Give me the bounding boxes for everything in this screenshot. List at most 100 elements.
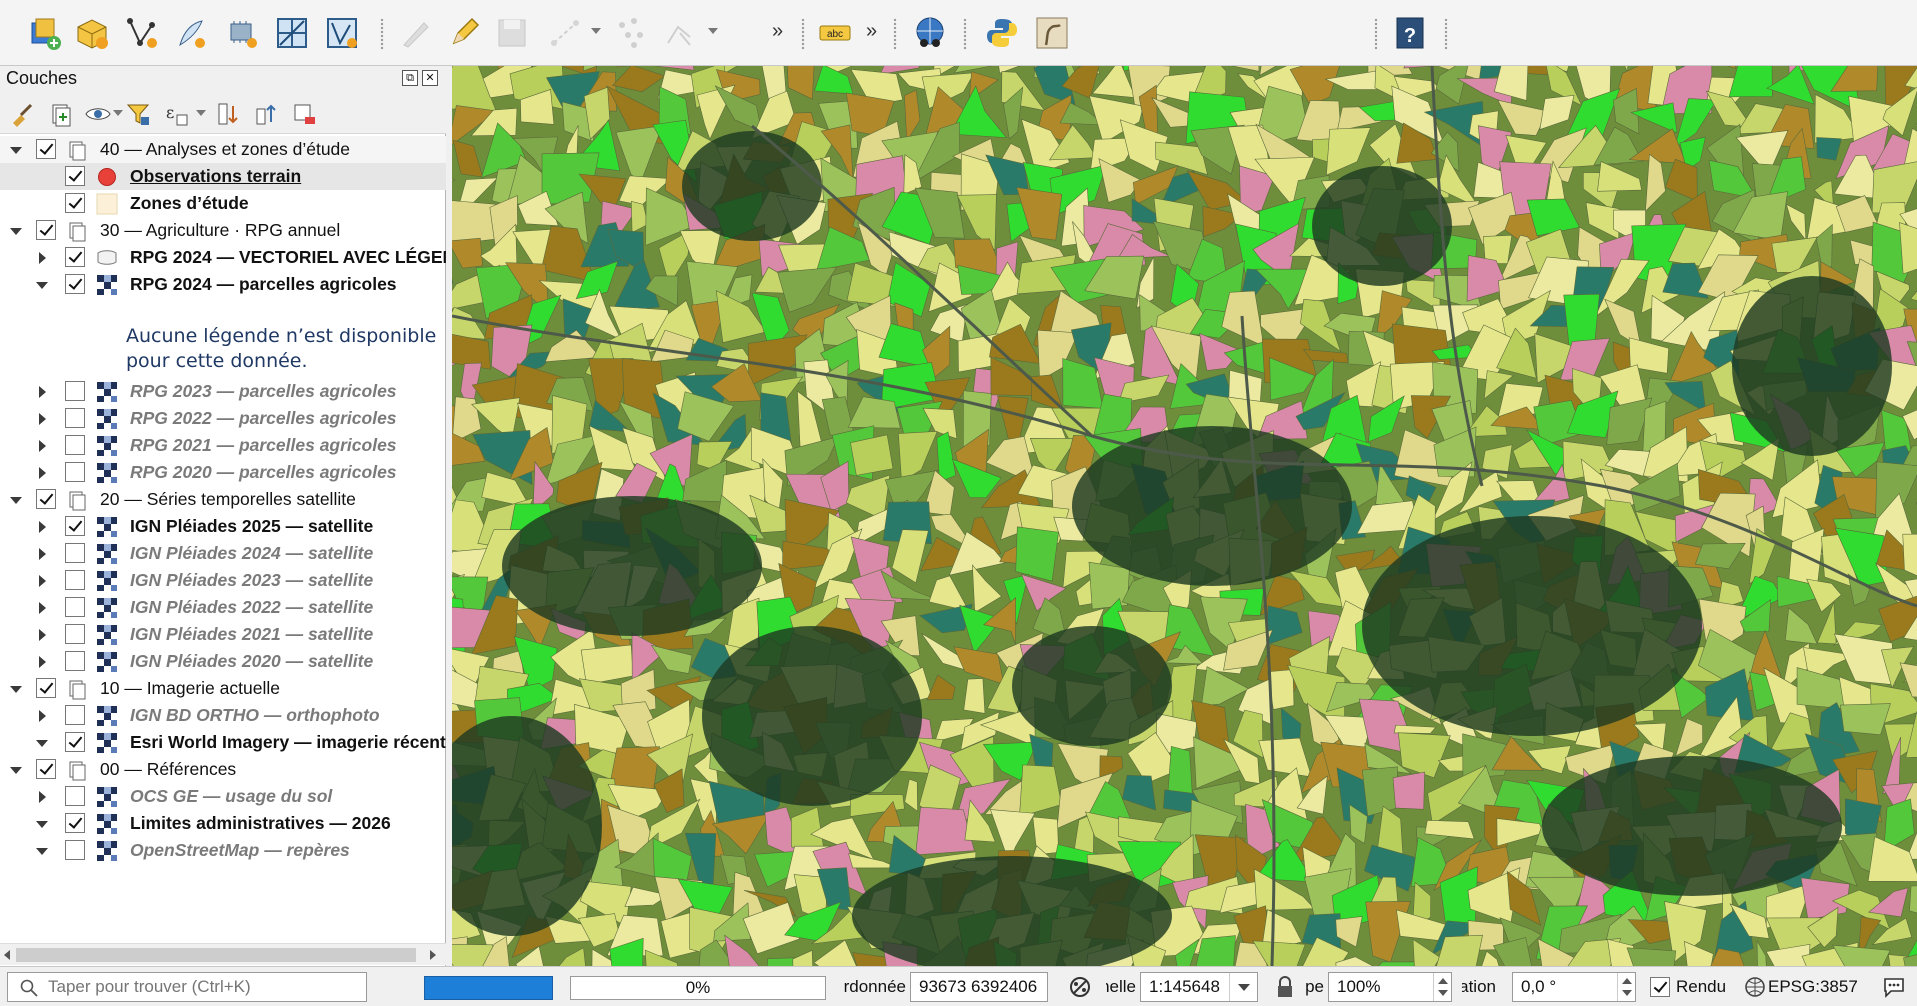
layer-row[interactable]: Esri World Imagery — imagerie récente — [0, 729, 446, 756]
layer-tree-hscrollbar[interactable] — [0, 943, 446, 965]
coordinate-field[interactable]: 93673 6392406 — [910, 972, 1048, 1002]
layer-row[interactable]: RPG 2024 — parcelles agricoles — [0, 271, 446, 298]
messages-icon[interactable] — [1882, 975, 1906, 1004]
new-shapefile-icon[interactable] — [122, 13, 162, 53]
search-input[interactable] — [48, 973, 364, 1001]
layer-row[interactable]: RPG 2024 — VECTORIEL AVEC LÉGENDE — [0, 244, 446, 271]
expand-arrow-icon[interactable] — [39, 548, 46, 560]
layer-visibility-checkbox[interactable] — [65, 732, 85, 752]
magnifier-value[interactable]: 100% — [1337, 977, 1380, 996]
task-progress-indicator[interactable] — [424, 976, 553, 1000]
rotation-spinbox[interactable]: 0,0 ° — [1512, 972, 1636, 1002]
layer-visibility-checkbox[interactable] — [36, 678, 56, 698]
collapse-arrow-icon[interactable] — [10, 767, 22, 774]
layer-row[interactable]: Observations terrain — [0, 163, 446, 190]
layer-visibility-checkbox[interactable] — [36, 489, 56, 509]
layer-visibility-checkbox[interactable] — [65, 624, 85, 644]
toolbar-overflow-icon[interactable]: » — [866, 20, 877, 43]
scroll-left-icon[interactable] — [4, 950, 10, 960]
add-group-icon[interactable] — [46, 100, 74, 128]
collapse-arrow-icon[interactable] — [10, 686, 22, 693]
expand-arrow-icon[interactable] — [39, 575, 46, 587]
pencil-icon[interactable] — [444, 13, 484, 53]
locator-search-box[interactable] — [7, 972, 367, 1002]
layer-row[interactable]: Limites administratives — 2026 — [0, 810, 446, 837]
toolbar-overflow-icon[interactable]: » — [772, 20, 783, 43]
layer-visibility-checkbox[interactable] — [65, 247, 85, 267]
geopackage-icon[interactable] — [72, 13, 112, 53]
expand-arrow-icon[interactable] — [39, 656, 46, 668]
mesh-layer-icon[interactable] — [322, 13, 362, 53]
scroll-right-icon[interactable] — [430, 950, 436, 960]
crs-label[interactable]: EPSG:3857 — [1768, 977, 1858, 997]
layer-visibility-checkbox[interactable] — [65, 408, 85, 428]
layer-row[interactable]: IGN Pléiades 2024 — satellite — [0, 540, 446, 567]
collapse-arrow-icon[interactable] — [10, 147, 22, 154]
filter-dropdown-caret[interactable] — [196, 110, 206, 116]
layer-visibility-checkbox[interactable] — [36, 759, 56, 779]
crs-globe-icon[interactable] — [1744, 976, 1766, 1003]
visibility-eye-icon[interactable] — [84, 100, 112, 128]
collapse-arrow-icon[interactable] — [10, 228, 22, 235]
layer-group-row[interactable]: 10 — Imagerie actuelle — [0, 675, 446, 702]
expand-all-icon[interactable] — [214, 100, 242, 128]
magnifier-spin-arrows[interactable] — [1433, 973, 1451, 1001]
layer-group-row[interactable]: 00 — Références — [0, 756, 446, 783]
grass-heron-icon[interactable] — [1032, 13, 1072, 53]
layer-row[interactable]: OpenStreetMap — repères — [0, 837, 446, 864]
toolbar-grip[interactable] — [380, 18, 384, 50]
collapse-arrow-icon[interactable] — [36, 848, 48, 855]
expand-arrow-icon[interactable] — [39, 252, 46, 264]
collapse-arrow-icon[interactable] — [36, 282, 48, 289]
layer-visibility-checkbox[interactable] — [65, 274, 85, 294]
expand-arrow-icon[interactable] — [39, 602, 46, 614]
style-manager-icon[interactable] — [8, 100, 36, 128]
layer-group-row[interactable]: 40 — Analyses et zones d’étude — [0, 136, 446, 163]
gpu-layer-icon[interactable] — [222, 13, 262, 53]
expand-arrow-icon[interactable] — [39, 791, 46, 803]
layer-row[interactable]: RPG 2022 — parcelles agricoles — [0, 405, 446, 432]
expand-arrow-icon[interactable] — [39, 467, 46, 479]
filter-legend-icon[interactable] — [124, 100, 152, 128]
float-panel-icon[interactable]: ⧉ — [402, 70, 418, 86]
help-icon[interactable]: ? — [1390, 13, 1430, 53]
layer-visibility-checkbox[interactable] — [65, 193, 85, 213]
scale-dropdown-icon[interactable] — [1229, 973, 1257, 1001]
layer-visibility-checkbox[interactable] — [65, 516, 85, 536]
expand-arrow-icon[interactable] — [39, 629, 46, 641]
toolbar-grip[interactable] — [963, 18, 967, 50]
layer-row[interactable]: RPG 2020 — parcelles agricoles — [0, 459, 446, 486]
layer-row[interactable]: RPG 2021 — parcelles agricoles — [0, 432, 446, 459]
scale-value[interactable]: 1:145648 — [1149, 977, 1220, 996]
map-canvas[interactable] — [452, 66, 1917, 966]
toolbar-grip[interactable] — [1444, 18, 1448, 50]
collapse-arrow-icon[interactable] — [36, 740, 48, 747]
render-checkbox[interactable] — [1650, 977, 1670, 997]
layer-row[interactable]: IGN Pléiades 2021 — satellite — [0, 621, 446, 648]
expand-arrow-icon[interactable] — [39, 521, 46, 533]
map-rendering[interactable] — [452, 66, 1917, 966]
layer-row[interactable]: IGN Pléiades 2022 — satellite — [0, 594, 446, 621]
expand-arrow-icon[interactable] — [39, 386, 46, 398]
layer-visibility-checkbox[interactable] — [36, 139, 56, 159]
close-panel-icon[interactable]: ✕ — [422, 70, 438, 86]
scrollbar-thumb[interactable] — [16, 948, 416, 962]
lock-scale-icon[interactable] — [1276, 975, 1294, 1004]
remove-layer-icon[interactable] — [290, 100, 318, 128]
layer-row[interactable]: OCS GE — usage du sol — [0, 783, 446, 810]
layer-visibility-checkbox[interactable] — [65, 543, 85, 563]
collapse-arrow-icon[interactable] — [10, 497, 22, 504]
layer-visibility-checkbox[interactable] — [65, 651, 85, 671]
label-tool-icon[interactable]: abc — [815, 13, 855, 53]
layer-visibility-checkbox[interactable] — [65, 813, 85, 833]
feather-icon[interactable] — [170, 13, 210, 53]
layer-visibility-checkbox[interactable] — [65, 570, 85, 590]
layer-row[interactable]: IGN BD ORTHO — orthophoto — [0, 702, 446, 729]
layer-visibility-checkbox[interactable] — [65, 435, 85, 455]
toolbar-grip[interactable] — [893, 18, 897, 50]
virtual-layer-icon[interactable] — [272, 13, 312, 53]
add-line-dropdown-caret[interactable] — [591, 28, 601, 34]
python-icon[interactable] — [982, 13, 1022, 53]
layer-visibility-checkbox[interactable] — [65, 166, 85, 186]
layer-visibility-checkbox[interactable] — [65, 462, 85, 482]
